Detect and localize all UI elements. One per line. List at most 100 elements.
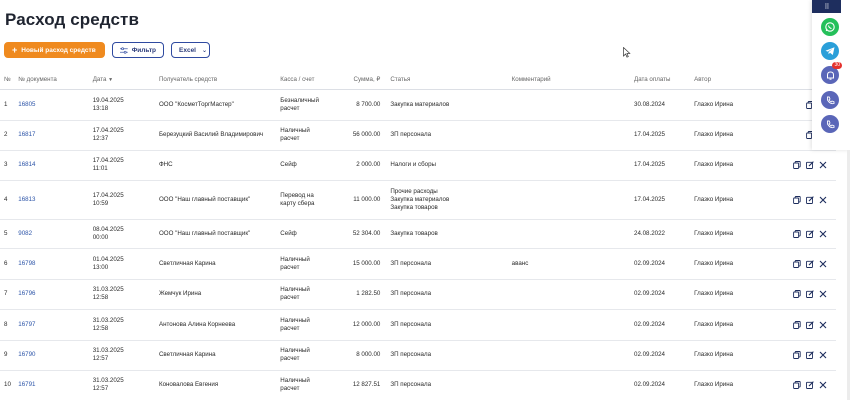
row-cash-line: карту сбера (280, 199, 315, 207)
excel-dropdown[interactable]: Excel ⌄ (171, 42, 210, 58)
table-row[interactable]: 7 16796 31.03.2025 12:58 Жемчук Ирина Нал… (0, 279, 836, 310)
excel-label: Excel (179, 46, 196, 54)
copy-icon[interactable] (793, 259, 801, 268)
edit-icon[interactable] (806, 259, 814, 268)
row-date-day: 31.03.2025 (92, 377, 124, 384)
doc-number-link[interactable]: 16814 (18, 161, 35, 168)
doc-number-link[interactable]: 16798 (18, 260, 35, 267)
copy-icon[interactable] (793, 161, 801, 169)
plus-icon: + (12, 44, 18, 55)
whatsapp-icon[interactable] (821, 18, 839, 36)
copy-icon[interactable] (793, 229, 801, 238)
delete-icon[interactable] (819, 260, 827, 268)
copy-icon[interactable] (793, 381, 801, 389)
table-row[interactable]: 6 16798 01.04.2025 13:00 Светличная Карин… (0, 248, 836, 280)
row-num: 3 (0, 150, 16, 181)
chevron-down-icon: ⌄ (202, 47, 208, 54)
table-row[interactable]: 4 16813 17.04.2025 10:59 ООО "Наш главный… (0, 180, 836, 220)
row-comment (508, 370, 631, 400)
delete-icon[interactable] (819, 381, 827, 389)
copy-icon[interactable] (793, 320, 801, 329)
bell-icon[interactable]: 30 (821, 62, 842, 84)
row-article: ЗП персонала (387, 120, 509, 151)
edit-icon[interactable] (806, 229, 814, 238)
row-cash-line: расчет (280, 263, 300, 271)
row-comment (508, 120, 631, 151)
row-date-day: 08.04.2025 (92, 225, 124, 233)
header-date[interactable]: Дата ▼ (89, 70, 156, 90)
delete-icon[interactable] (819, 321, 827, 329)
row-date-time: 12:58 (92, 294, 109, 301)
row-author: Глазко Ирина (691, 340, 789, 371)
row-cash-line: Наличный (280, 127, 310, 134)
doc-number-link[interactable]: 9082 (18, 230, 32, 237)
row-date-time: 10:59 (92, 199, 109, 207)
table-header-row: № № документа Дата ▼ Получатель средств … (0, 70, 836, 90)
doc-number-link[interactable]: 16817 (18, 131, 35, 138)
copy-icon[interactable] (793, 351, 801, 359)
header-author[interactable]: Автор (691, 70, 789, 90)
row-sum: 8 700.00 (334, 89, 388, 121)
row-cash-line: Наличный (280, 255, 310, 263)
row-cash-line: Наличный (280, 286, 310, 293)
edit-icon[interactable] (806, 381, 814, 389)
doc-number-link[interactable]: 16796 (18, 290, 35, 297)
delete-icon[interactable] (819, 290, 827, 298)
row-cash-line: Наличный (280, 316, 310, 324)
row-date-time: 12:37 (92, 135, 109, 142)
row-cash: Наличный расчет (277, 370, 335, 400)
row-comment (508, 309, 631, 341)
delete-icon[interactable] (819, 161, 827, 169)
contact-sidebar: ⠿ 30 (812, 0, 850, 150)
doc-number-link[interactable]: 16797 (18, 321, 35, 328)
header-cash[interactable]: Касса / счет (277, 70, 335, 90)
page-title: Расход средств (5, 10, 139, 29)
header-sum[interactable]: Сумма, ₽ (334, 70, 388, 90)
edit-icon[interactable] (806, 195, 814, 204)
table-row[interactable]: 10 16791 31.03.2025 12:57 Коновалова Евге… (0, 370, 836, 400)
header-comment[interactable]: Комментарий (508, 70, 631, 90)
phone-call-icon[interactable] (821, 91, 839, 109)
header-pay-date[interactable]: Дата оплаты (631, 70, 692, 90)
phone-call-icon[interactable] (821, 115, 839, 133)
edit-icon[interactable] (806, 351, 814, 359)
table-row[interactable]: 9 16790 31.03.2025 12:57 Светличная Карин… (0, 340, 836, 371)
header-article[interactable]: Статья (387, 70, 509, 90)
copy-icon[interactable] (793, 195, 801, 204)
notification-badge: 30 (832, 62, 842, 69)
delete-icon[interactable] (819, 196, 827, 204)
edit-icon[interactable] (806, 161, 814, 169)
table-row[interactable]: 5 9082 08.04.2025 00:00 ООО "Наш главный … (0, 219, 836, 249)
copy-icon[interactable] (793, 290, 801, 298)
row-author: Глазко Ирина (691, 279, 789, 310)
menu-dots-icon[interactable]: ⠿ (812, 0, 841, 13)
row-article: ЗП персонала (387, 279, 509, 310)
doc-number-link[interactable]: 16813 (18, 196, 35, 203)
doc-number-link[interactable]: 16791 (18, 381, 35, 388)
row-num: 6 (0, 248, 16, 280)
row-date: 17.04.2025 11:01 (89, 150, 156, 181)
delete-icon[interactable] (819, 230, 827, 238)
filter-button[interactable]: Фильтр (112, 42, 164, 58)
delete-icon[interactable] (819, 351, 827, 359)
row-cash-line: расчет (280, 355, 300, 362)
filter-label: Фильтр (131, 46, 156, 54)
row-date: 19.04.2025 13:18 (89, 89, 156, 121)
new-expense-button[interactable]: + Новый расход средств (4, 42, 105, 58)
row-pay-date: 02.09.2024 (631, 370, 692, 400)
row-recipient: Березуцкий Василий Владимирович (155, 120, 278, 151)
edit-icon[interactable] (806, 320, 814, 329)
table-row[interactable]: 8 16797 31.03.2025 12:58 Антонова Алина К… (0, 309, 836, 341)
header-doc[interactable]: № документа (15, 70, 90, 90)
table-row[interactable]: 1 16805 19.04.2025 13:18 ООО "КосметТоргМ… (0, 89, 836, 121)
table-row[interactable]: 2 16817 17.04.2025 12:37 Березуцкий Васил… (0, 120, 836, 151)
telegram-icon[interactable] (821, 42, 839, 60)
header-recipient[interactable]: Получатель средств (155, 70, 278, 90)
table-row[interactable]: 3 16814 17.04.2025 11:01 ФНС Сейф 2 000.0… (0, 150, 836, 181)
doc-number-link[interactable]: 16805 (18, 101, 35, 108)
row-recipient: Коновалова Евгения (155, 370, 278, 400)
doc-number-link[interactable]: 16790 (18, 351, 35, 358)
edit-icon[interactable] (806, 290, 814, 298)
row-num: 10 (0, 370, 16, 400)
row-cash: Наличный расчет (277, 279, 335, 310)
